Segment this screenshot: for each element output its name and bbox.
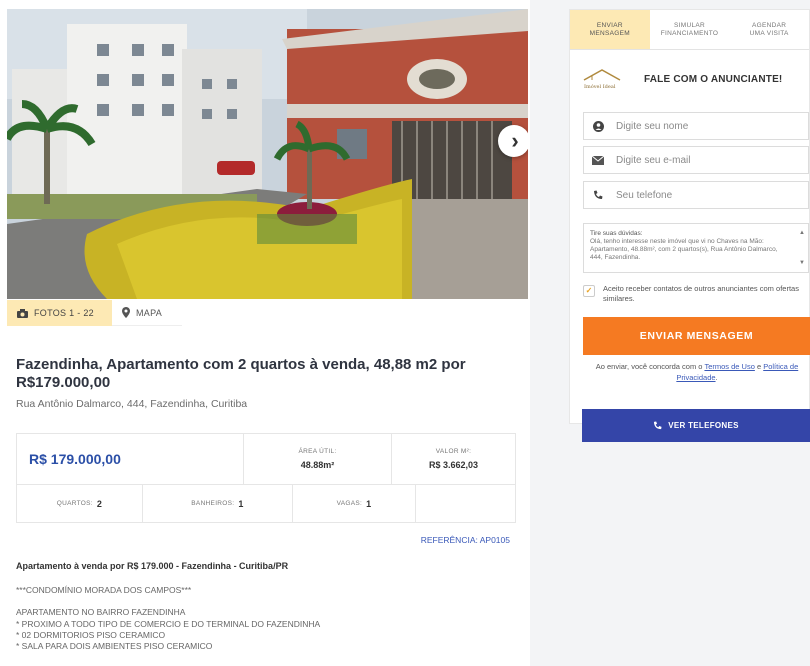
phone-icon [592,190,604,200]
consent-label: Aceito receber contatos de outros anunci… [603,284,799,303]
parking-cell: VAGAS: 1 [293,485,416,522]
terms-suffix: . [715,373,718,382]
chevron-right-icon: › [511,128,519,153]
bathrooms-label: BANHEIROS: [191,500,235,507]
description-line: * 02 DORMITORIOS PISO CERAMICO [16,629,166,640]
area-value: 48.88m² [300,460,335,470]
tab-send-message-line1: ENVIAR [596,21,623,29]
listing-column: › FOTOS 1 - 22 MAPA Fazendinha, Apartame… [0,0,530,666]
tab-schedule-visit-line2: UMA VISITA [749,29,789,37]
tab-photos-label: FOTOS 1 - 22 [34,308,94,318]
tab-simulate-financing[interactable]: SIMULAR FINANCIAMENTO [650,10,730,49]
description-heading: Apartamento à venda por R$ 179.000 - Faz… [16,561,289,571]
media-tabs: FOTOS 1 - 22 MAPA [7,300,182,326]
bathrooms-cell: BANHEIROS: 1 [143,485,293,522]
advertiser-logo: Imóvel Ideal [582,68,630,90]
price-per-m2-cell: VALOR M²: R$ 3.662,03 [392,434,515,484]
camera-icon [17,308,28,318]
listing-address: Rua Antônio Dalmarco, 444, Fazendinha, C… [16,398,248,410]
bathrooms-value: 1 [238,498,244,509]
terms-of-use-link[interactable]: Termos de Uso [704,362,754,371]
name-field[interactable] [583,112,809,140]
description-line: ***CONDOMÍNIO MORADA DOS CAMPOS*** [16,585,192,595]
message-textarea[interactable]: Tire suas dúvidas: Olá, tenho interesse … [583,223,809,273]
tab-schedule-visit-line1: AGENDAR [752,21,787,29]
parking-label: VAGAS: [336,500,363,507]
bedrooms-cell: QUARTOS: 2 [17,485,143,522]
tab-simulate-financing-line1: SIMULAR [674,21,705,29]
gallery-next-button[interactable]: › [498,125,528,157]
map-pin-icon [122,307,130,318]
message-scrollbar[interactable]: ▲ ▼ [799,230,805,266]
phone-field[interactable] [583,181,809,209]
tab-send-message[interactable]: ENVIAR MENSAGEM [570,10,650,49]
scroll-up-icon: ▲ [799,230,805,236]
description-line: * PROXIMO A TODO TIPO DE COMERCIO E DO T… [16,618,321,629]
consent-checkbox[interactable]: ✓ [583,285,595,297]
building-photo-image [7,9,528,299]
terms-mid: e [754,362,764,371]
checkmark-icon: ✓ [585,286,593,295]
contact-form: ENVIAR MENSAGEM SIMULAR FINANCIAMENTO AGEN… [569,9,810,424]
phone-input[interactable] [616,189,796,201]
description-line: * SALA PARA DOIS AMBIENTES PISO CERAMICO [16,641,213,652]
empty-cell [416,485,515,522]
user-icon [592,120,604,132]
contact-heading: FALE COM O ANUNCIANTE! [644,73,783,85]
description-line [16,596,320,607]
envelope-icon [592,155,604,165]
tab-send-message-line2: MENSAGEM [589,29,630,37]
advertiser-logo-text: Imóvel Ideal [584,84,616,90]
area-cell: ÁREA ÚTIL: 48.88m² [244,434,392,484]
terms-notice: Ao enviar, você concorda com o Termos de… [583,361,810,383]
price-per-m2-label: VALOR M²: [435,448,472,455]
tab-simulate-financing-line2: FINANCIAMENTO [660,29,719,37]
message-heading: Tire suas dúvidas: [590,230,643,237]
name-input[interactable] [616,120,796,132]
contact-form-tabs: ENVIAR MENSAGEM SIMULAR FINANCIAMENTO AGEN… [570,10,809,50]
email-input[interactable] [616,154,796,166]
description-line: APARTAMENTO NO BAIRRO FAZENDINHA [16,607,186,618]
bedrooms-value: 2 [96,498,103,509]
listing-title: Fazendinha, Apartamento com 2 quartos à … [16,356,466,391]
scroll-down-icon: ▼ [799,260,805,266]
price-per-m2-value: R$ 3.662,03 [428,460,479,470]
consent-row: ✓ Aceito receber contatos de outros anun… [583,284,809,304]
message-body: Olá, tenho interesse neste imóvel que vi… [590,238,778,261]
description-body: ***CONDOMÍNIO MORADA DOS CAMPOS*** APART… [16,585,320,652]
contact-header: Imóvel Ideal FALE COM O ANUNCIANTE! [582,68,810,90]
bedrooms-label: QUARTOS: [56,500,93,507]
tab-photos[interactable]: FOTOS 1 - 22 [7,300,112,326]
house-logo-icon [583,69,621,81]
listing-reference: REFERÊNCIA: AP0105 [420,535,510,545]
send-message-button[interactable]: ENVIAR MENSAGEM [583,317,810,355]
listing-photo[interactable]: › [7,9,528,299]
area-label: ÁREA ÚTIL: [298,448,337,455]
view-phones-label: VER TELEFONES [668,421,739,430]
tab-schedule-visit[interactable]: AGENDAR UMA VISITA [729,10,809,49]
tab-map-label: MAPA [136,307,163,318]
parking-value: 1 [366,498,372,509]
view-phones-button[interactable]: VER TELEFONES [582,409,810,442]
terms-prefix: Ao enviar, você concorda com o [595,362,705,371]
listing-facts-table: R$ 179.000,00 ÁREA ÚTIL: 48.88m² VALOR M… [16,433,516,523]
phone-icon [654,421,662,430]
tab-map[interactable]: MAPA [112,300,182,326]
listing-price: R$ 179.000,00 [17,434,244,484]
email-field[interactable] [583,146,809,174]
